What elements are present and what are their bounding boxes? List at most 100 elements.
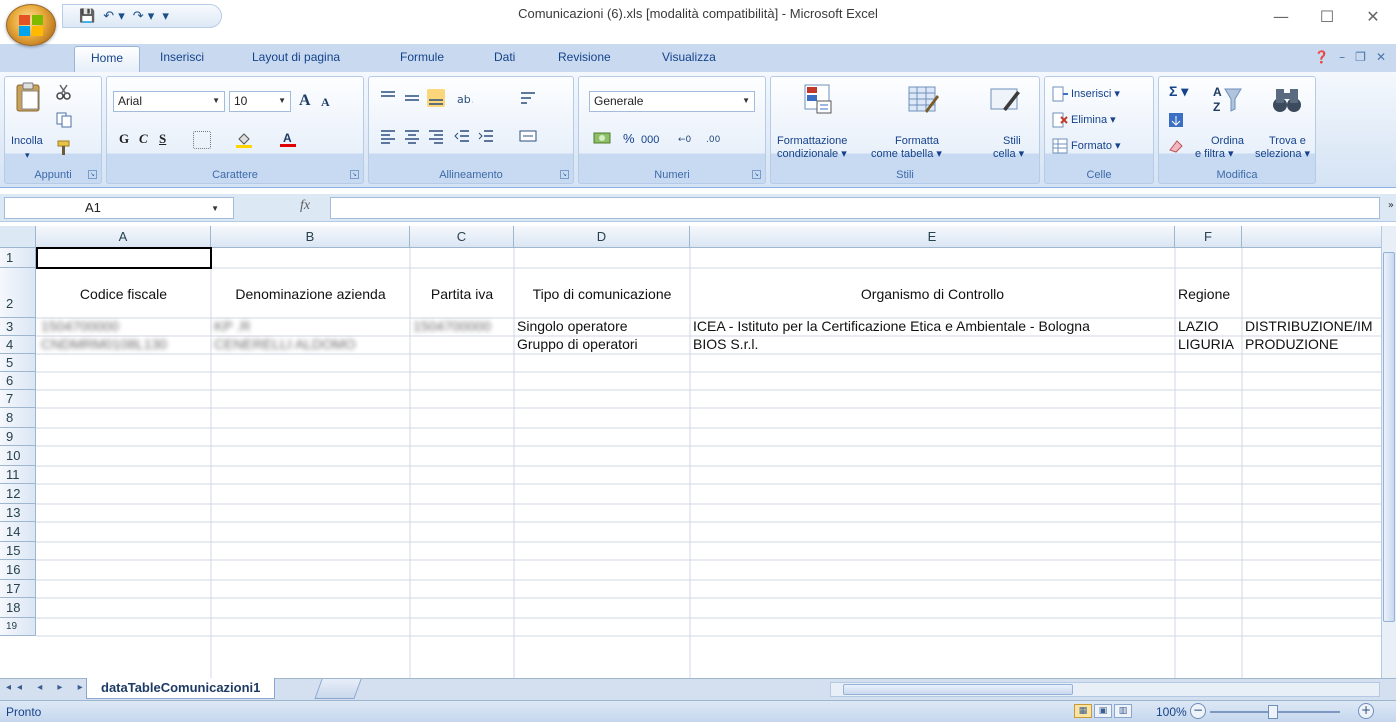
fill-icon[interactable]	[1167, 111, 1185, 129]
close-button[interactable]: ✕	[1350, 0, 1396, 32]
clear-icon[interactable]	[1167, 137, 1185, 155]
ribbon-minimize-icon[interactable]: –	[1339, 50, 1345, 64]
cell-e4[interactable]: BIOS S.r.l.	[690, 336, 1175, 352]
insert-sheet-icon[interactable]	[314, 679, 362, 699]
number-format-combo[interactable]: Generale ▼	[589, 91, 755, 112]
help-icon[interactable]: ❓	[1314, 50, 1329, 64]
row-header-18[interactable]: 18	[0, 598, 36, 618]
cell-b2[interactable]: Denominazione azienda	[211, 286, 410, 302]
minimize-button[interactable]: —	[1258, 0, 1304, 32]
cell-a3[interactable]: 1504700000	[38, 318, 188, 334]
wrap-text-icon[interactable]	[519, 89, 537, 107]
page-layout-view-icon[interactable]: ▣	[1094, 704, 1112, 718]
format-painter-icon[interactable]	[55, 139, 73, 157]
select-all-corner[interactable]	[0, 226, 36, 248]
numeri-launcher-icon[interactable]: ↘	[752, 170, 761, 179]
zoom-slider-knob[interactable]	[1268, 705, 1278, 719]
merge-center-icon[interactable]	[519, 127, 537, 145]
column-header-b[interactable]: B	[211, 226, 410, 248]
align-top-icon[interactable]	[379, 89, 397, 107]
conditional-formatting-label-2[interactable]: condizionale ▾	[777, 148, 847, 160]
sort-filter-icon[interactable]: A Z	[1211, 83, 1243, 115]
cell-a2[interactable]: Codice fiscale	[36, 286, 211, 302]
chevron-down-icon[interactable]: ▼	[211, 204, 219, 213]
decrease-decimal-icon[interactable]: .00	[705, 129, 729, 147]
font-color-icon[interactable]: A	[279, 130, 297, 148]
format-as-table-label-2[interactable]: come tabella ▾	[871, 148, 942, 160]
vertical-scroll-thumb[interactable]	[1383, 252, 1395, 622]
appunti-launcher-icon[interactable]: ↘	[88, 170, 97, 179]
autosum-button[interactable]: Σ ▾	[1169, 84, 1188, 98]
column-header-d[interactable]: D	[514, 226, 690, 248]
sheet-tab-datatablecomunicazioni1[interactable]: dataTableComunicazioni1	[86, 678, 276, 699]
align-middle-icon[interactable]	[403, 89, 421, 107]
align-left-icon[interactable]	[379, 127, 397, 145]
currency-icon[interactable]	[593, 129, 611, 147]
percent-button[interactable]: %	[623, 132, 635, 145]
row-header-9[interactable]: 9	[0, 428, 36, 446]
increase-indent-icon[interactable]	[477, 127, 495, 145]
insert-function-icon[interactable]: fx	[300, 198, 310, 214]
row-header-2[interactable]: 2	[0, 268, 36, 318]
cell-b3[interactable]: KP .R	[211, 318, 410, 334]
office-button[interactable]	[6, 4, 56, 46]
insert-cells-icon[interactable]	[1051, 85, 1069, 103]
page-break-preview-icon[interactable]: ▥	[1114, 704, 1132, 718]
cell-styles-label-2[interactable]: cella ▾	[993, 148, 1024, 160]
cell-d3[interactable]: Singolo operatore	[514, 318, 690, 334]
sort-filter-label-1[interactable]: Ordina	[1211, 135, 1244, 147]
find-select-label-2[interactable]: seleziona ▾	[1255, 148, 1310, 160]
column-header-e[interactable]: E	[690, 226, 1175, 248]
font-size-combo[interactable]: 10 ▼	[229, 91, 291, 112]
orientation-icon[interactable]: ab↗	[455, 89, 473, 107]
paste-dropdown-icon[interactable]: ▾	[25, 149, 30, 161]
row-header-1[interactable]: 1	[0, 248, 36, 268]
row-header-3[interactable]: 3	[0, 318, 36, 336]
formula-input[interactable]	[330, 197, 1380, 219]
grow-font-button[interactable]: A	[299, 92, 311, 110]
cell-f2[interactable]: Regione	[1175, 286, 1242, 302]
horizontal-scroll-thumb[interactable]	[843, 684, 1073, 695]
cut-icon[interactable]	[55, 83, 73, 101]
cell-f4[interactable]: LIGURIA	[1175, 336, 1242, 352]
row-header-16[interactable]: 16	[0, 560, 36, 580]
find-binoculars-icon[interactable]	[1271, 83, 1303, 115]
tab-home[interactable]: Home	[74, 46, 141, 72]
row-header-8[interactable]: 8	[0, 408, 36, 428]
expand-formula-bar-icon[interactable]: »	[1388, 200, 1394, 211]
insert-cells-button[interactable]: Inserisci ▾	[1071, 88, 1120, 100]
bold-button[interactable]: G	[119, 131, 129, 147]
align-right-icon[interactable]	[427, 127, 445, 145]
cell-c2[interactable]: Partita iva	[410, 286, 514, 302]
normal-view-icon[interactable]: ▦	[1074, 704, 1092, 718]
zoom-level[interactable]: 100%	[1156, 705, 1187, 719]
shrink-font-button[interactable]: A	[321, 95, 330, 110]
cell-d2[interactable]: Tipo di comunicazione	[514, 286, 690, 302]
conditional-formatting-icon[interactable]	[803, 83, 835, 115]
underline-button[interactable]: S	[159, 131, 166, 147]
column-header-a[interactable]: A	[36, 226, 211, 248]
paste-button-label[interactable]: Incolla	[11, 135, 43, 147]
format-cells-icon[interactable]	[1051, 137, 1069, 155]
row-header-17[interactable]: 17	[0, 580, 36, 598]
tab-visualizza[interactable]: Visualizza	[662, 50, 716, 64]
allineamento-launcher-icon[interactable]: ↘	[560, 170, 569, 179]
row-header-10[interactable]: 10	[0, 446, 36, 466]
column-header-f[interactable]: F	[1175, 226, 1242, 248]
fill-color-icon[interactable]	[235, 130, 253, 148]
row-header-14[interactable]: 14	[0, 522, 36, 542]
zoom-in-button[interactable]: +	[1358, 703, 1374, 719]
align-center-icon[interactable]	[403, 127, 421, 145]
format-as-table-label-1[interactable]: Formatta	[895, 135, 939, 147]
italic-button[interactable]: C	[139, 131, 148, 147]
delete-cells-icon[interactable]	[1051, 111, 1069, 129]
tab-dati[interactable]: Dati	[494, 50, 515, 64]
tab-formule[interactable]: Formule	[400, 50, 444, 64]
horizontal-scrollbar[interactable]	[830, 682, 1380, 697]
sort-filter-label-2[interactable]: e filtra ▾	[1195, 148, 1234, 160]
cell-e2[interactable]: Organismo di Controllo	[690, 286, 1175, 302]
row-header-15[interactable]: 15	[0, 542, 36, 560]
column-header-c[interactable]: C	[410, 226, 514, 248]
carattere-launcher-icon[interactable]: ↘	[350, 170, 359, 179]
maximize-button[interactable]: ☐	[1304, 0, 1350, 32]
